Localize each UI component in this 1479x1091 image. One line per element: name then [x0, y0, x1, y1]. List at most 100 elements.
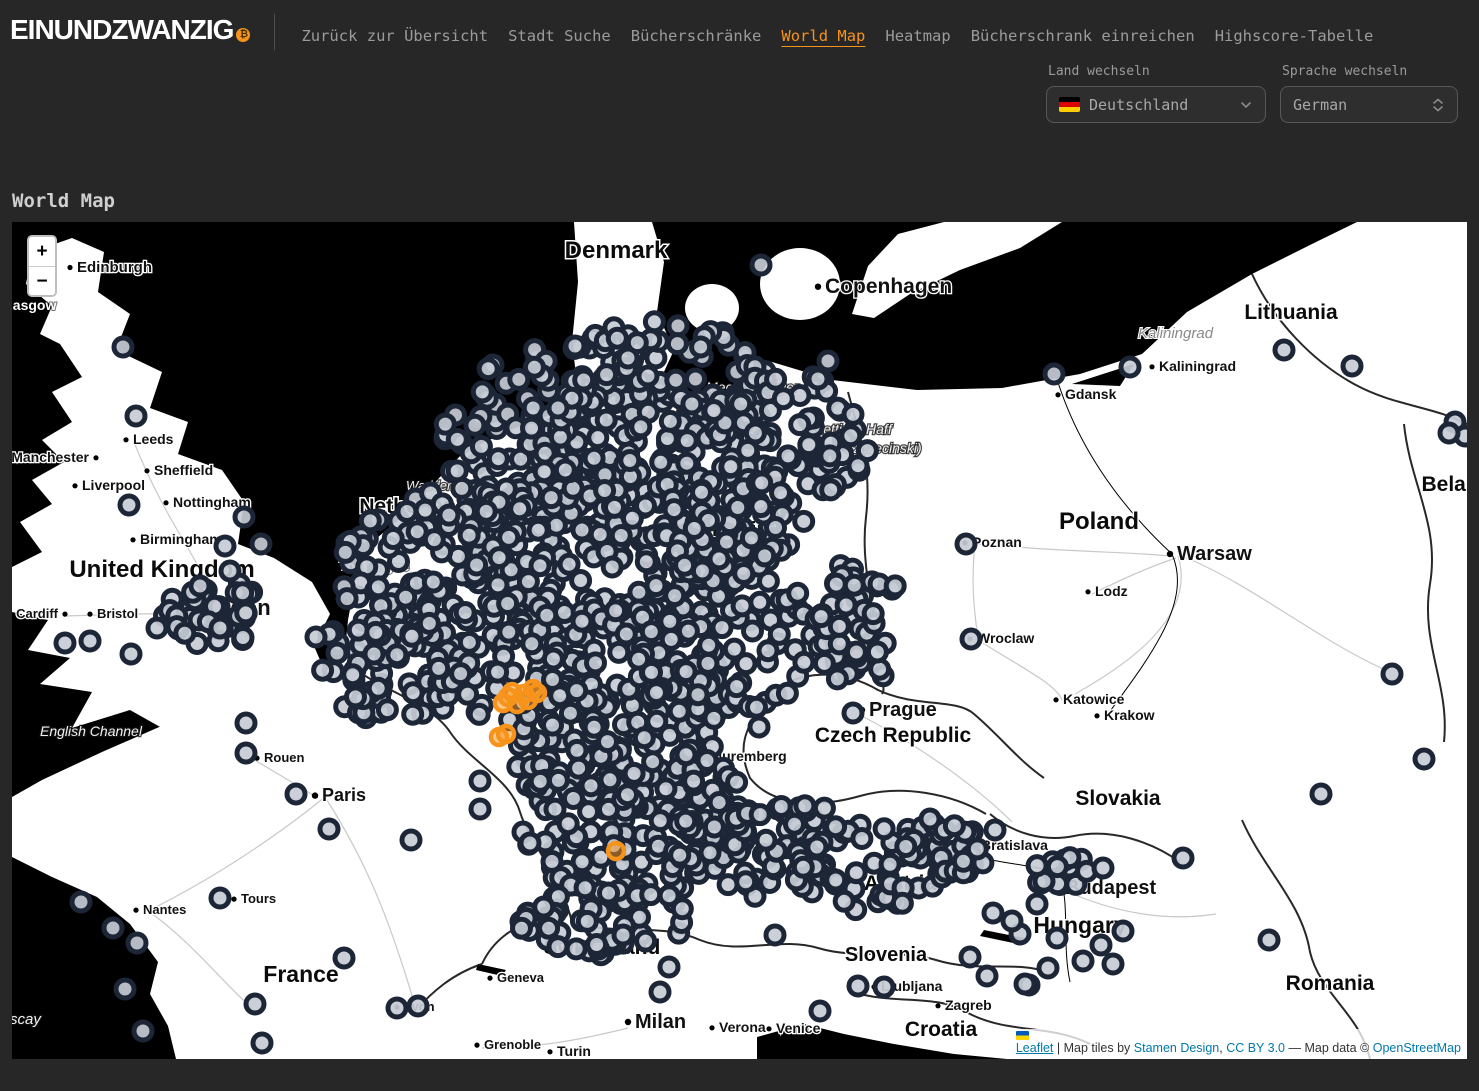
map-marker[interactable]: [699, 654, 717, 672]
map-marker[interactable]: [402, 831, 420, 849]
openstreetmap-link[interactable]: OpenStreetMap: [1373, 1041, 1461, 1055]
map-marker[interactable]: [772, 798, 790, 816]
map-marker[interactable]: [677, 746, 695, 764]
map-marker[interactable]: [853, 830, 871, 848]
map-marker[interactable]: [452, 665, 470, 683]
map-marker[interactable]: [737, 873, 755, 891]
map-marker[interactable]: [104, 919, 122, 937]
map-marker[interactable]: [191, 577, 209, 595]
map-marker[interactable]: [1074, 952, 1092, 970]
map-marker[interactable]: [335, 949, 353, 967]
map-marker[interactable]: [576, 879, 594, 897]
map-marker[interactable]: [619, 349, 637, 367]
map-marker[interactable]: [409, 997, 427, 1015]
map-marker[interactable]: [670, 702, 688, 720]
map-marker[interactable]: [779, 447, 797, 465]
map-marker[interactable]: [746, 424, 764, 442]
map-marker[interactable]: [661, 412, 679, 430]
map-marker[interactable]: [1312, 785, 1330, 803]
map-marker[interactable]: [500, 528, 518, 546]
map-marker[interactable]: [685, 520, 703, 538]
map-marker[interactable]: [397, 588, 415, 606]
map-marker[interactable]: [742, 529, 760, 547]
map-marker[interactable]: [642, 886, 660, 904]
map-marker[interactable]: [828, 670, 846, 688]
map-marker[interactable]: [468, 556, 486, 574]
map-marker[interactable]: [531, 772, 549, 790]
map-marker[interactable]: [961, 948, 979, 966]
map-marker[interactable]: [500, 623, 518, 641]
map-marker[interactable]: [221, 562, 239, 580]
map-marker[interactable]: [837, 596, 855, 614]
map-marker[interactable]: [490, 549, 508, 567]
map-marker[interactable]: [687, 370, 705, 388]
map-marker[interactable]: [1028, 857, 1046, 875]
map-marker[interactable]: [521, 834, 539, 852]
map-marker[interactable]: [789, 584, 807, 602]
map-marker[interactable]: [568, 682, 586, 700]
map-marker[interactable]: [811, 1002, 829, 1020]
map-marker[interactable]: [693, 483, 711, 501]
map-marker[interactable]: [361, 512, 379, 530]
map-marker[interactable]: [529, 521, 547, 539]
map-marker[interactable]: [795, 512, 813, 530]
leaflet-link[interactable]: Leaflet: [1016, 1041, 1054, 1055]
map-marker[interactable]: [660, 887, 678, 905]
map-marker[interactable]: [809, 370, 827, 388]
map-marker[interactable]: [623, 509, 641, 527]
map-marker[interactable]: [472, 437, 490, 455]
map-marker[interactable]: [336, 543, 354, 561]
map-marker[interactable]: [314, 661, 332, 679]
map-marker[interactable]: [662, 630, 680, 648]
map-marker[interactable]: [544, 650, 562, 668]
map-marker[interactable]: [737, 655, 755, 673]
map-marker[interactable]: [751, 593, 769, 611]
map-marker[interactable]: [705, 818, 723, 836]
map-marker[interactable]: [1016, 975, 1034, 993]
map-marker[interactable]: [440, 506, 458, 524]
map-marker[interactable]: [1415, 750, 1433, 768]
map-marker[interactable]: [677, 812, 695, 830]
orange-map-marker[interactable]: [608, 843, 624, 859]
map-marker[interactable]: [701, 844, 719, 862]
map-marker[interactable]: [753, 474, 771, 492]
map-marker[interactable]: [1104, 955, 1122, 973]
map-marker[interactable]: [751, 806, 769, 824]
map-marker[interactable]: [556, 461, 574, 479]
cc-by-link[interactable]: CC BY 3.0: [1226, 1041, 1285, 1055]
map-marker[interactable]: [535, 463, 553, 481]
map-marker[interactable]: [561, 704, 579, 722]
zoom-out-button[interactable]: −: [29, 266, 55, 295]
map-marker[interactable]: [378, 701, 396, 719]
map-marker[interactable]: [827, 871, 845, 889]
map-marker[interactable]: [827, 818, 845, 836]
map-marker[interactable]: [619, 786, 637, 804]
map-marker[interactable]: [651, 983, 669, 1001]
map-marker[interactable]: [858, 442, 876, 460]
map-marker[interactable]: [1003, 912, 1021, 930]
map-marker[interactable]: [660, 958, 678, 976]
map-marker[interactable]: [713, 619, 731, 637]
map-marker[interactable]: [844, 704, 862, 722]
map-marker[interactable]: [176, 624, 194, 642]
map-marker[interactable]: [822, 481, 840, 499]
map-marker[interactable]: [307, 628, 325, 646]
map-marker[interactable]: [328, 644, 346, 662]
map-marker[interactable]: [573, 521, 591, 539]
map-marker[interactable]: [756, 547, 774, 565]
map-marker[interactable]: [621, 452, 639, 470]
map-marker[interactable]: [420, 614, 438, 632]
map-marker[interactable]: [648, 712, 666, 730]
map-marker[interactable]: [489, 450, 507, 468]
map-marker[interactable]: [128, 934, 146, 952]
map-marker[interactable]: [728, 678, 746, 696]
zoom-in-button[interactable]: +: [29, 237, 55, 266]
map-marker[interactable]: [752, 498, 770, 516]
map-marker[interactable]: [237, 604, 255, 622]
map-marker[interactable]: [683, 395, 701, 413]
map-marker[interactable]: [752, 256, 770, 274]
map-marker[interactable]: [1383, 665, 1401, 683]
map-marker[interactable]: [549, 399, 567, 417]
map-marker[interactable]: [489, 576, 507, 594]
map-marker[interactable]: [954, 852, 972, 870]
